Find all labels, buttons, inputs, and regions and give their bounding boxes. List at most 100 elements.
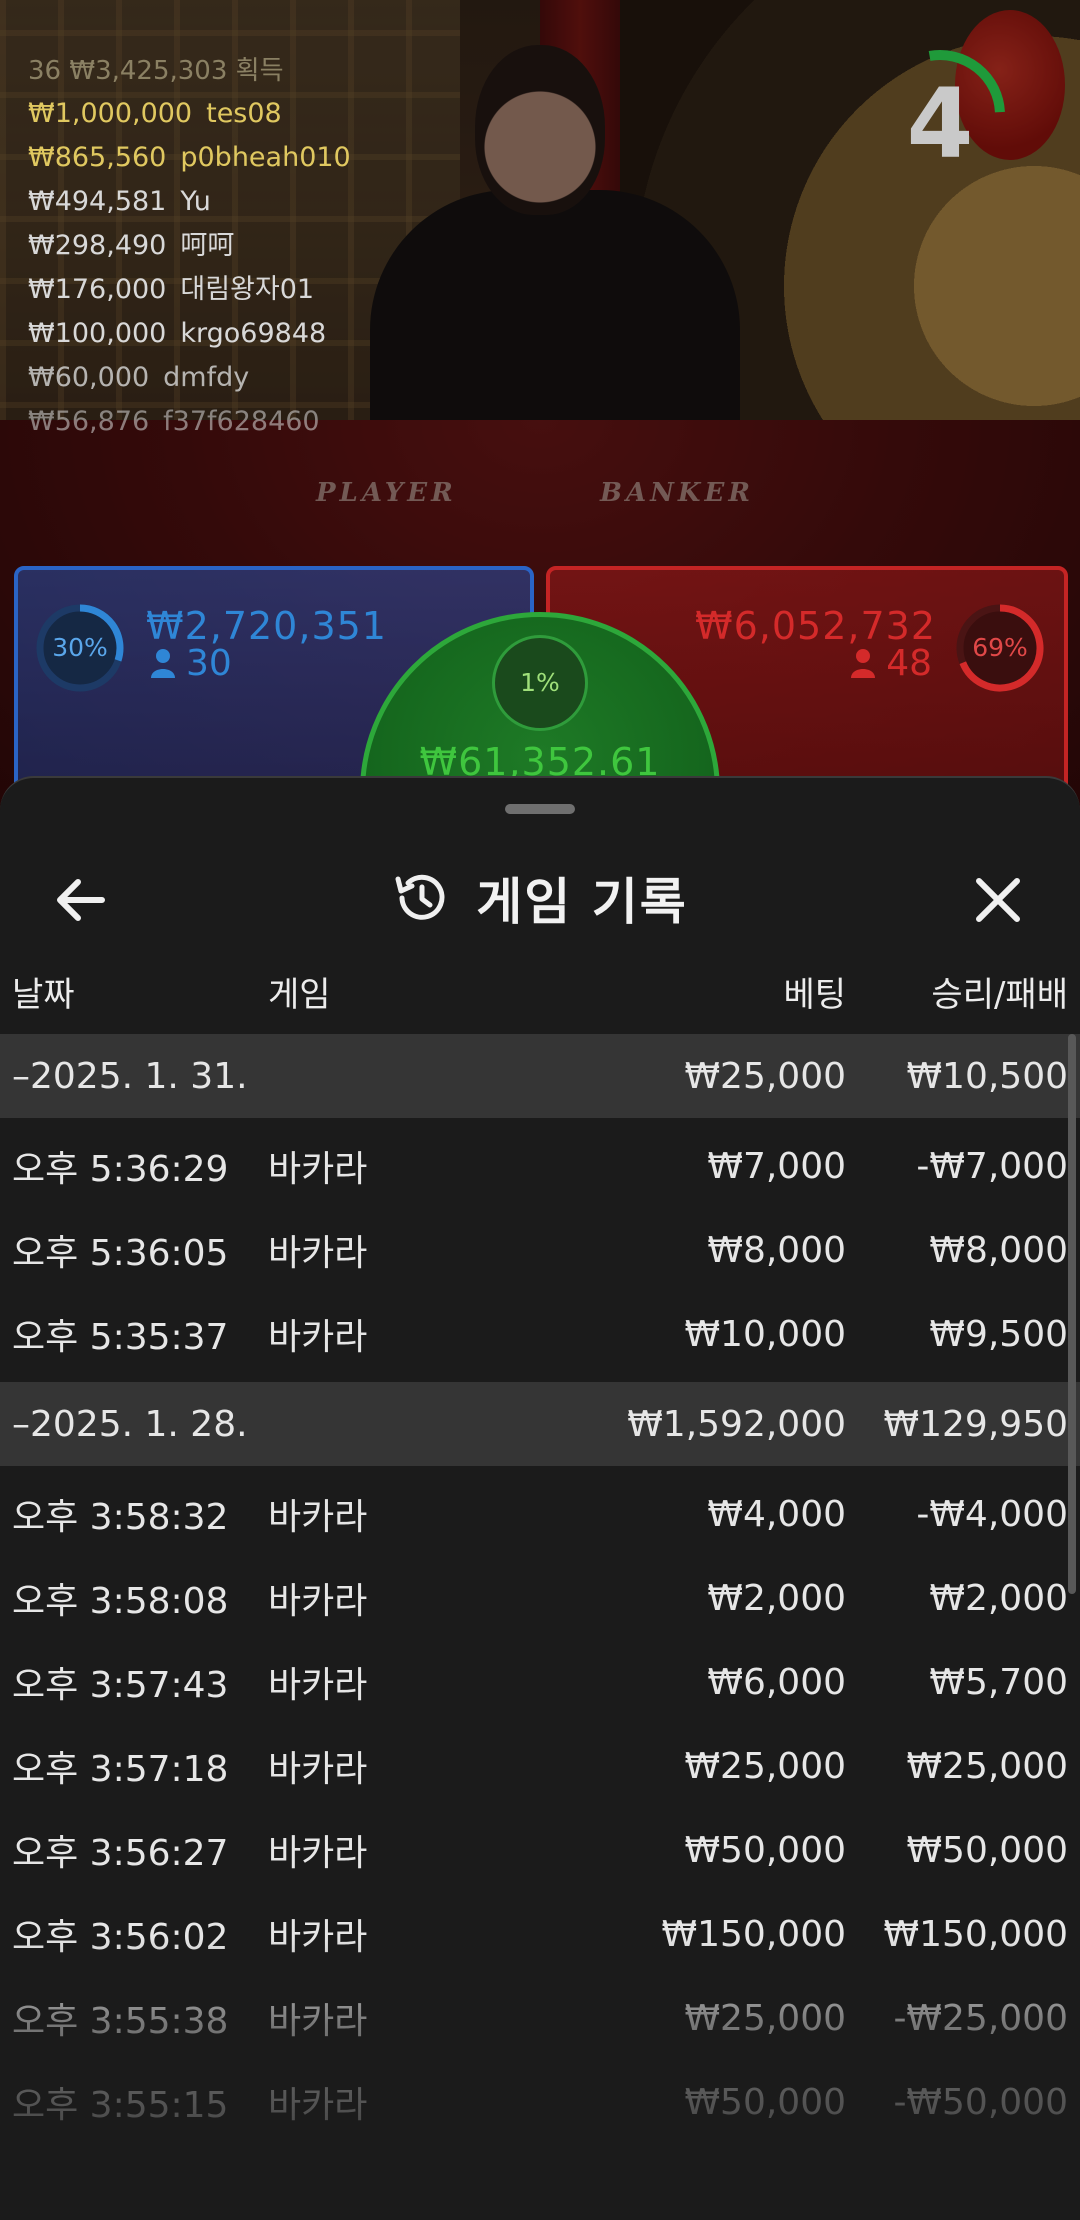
ticker-entry: ₩298,490 呵呵: [28, 224, 458, 268]
row-bet: ₩50,000: [684, 1829, 846, 1871]
person-icon: [851, 649, 876, 678]
row-result: ₩25,000: [906, 1745, 1068, 1787]
ticker-username: 대림왕자01: [180, 274, 315, 305]
ticker-username: Yu: [180, 186, 211, 217]
history-row[interactable]: 오후 3:58:32 바카라 ₩4,000 -₩4,000: [0, 1472, 1080, 1556]
banker-percent-ring: 69%: [952, 600, 1048, 696]
ticker-amount: ₩176,000: [28, 274, 167, 305]
row-result: ₩5,700: [929, 1661, 1068, 1703]
player-count-value: 30: [186, 643, 232, 684]
group-bet-total: ₩1,592,000: [627, 1403, 846, 1445]
row-game: 바카라: [268, 1665, 368, 1706]
row-bet: ₩7,000: [707, 1145, 846, 1187]
group-date: –2025. 1. 28.: [12, 1403, 248, 1445]
game-history-sheet: 게임 기록 날짜 게임 베팅 승리/패배 –2025. 1. 31. ₩25,00…: [0, 776, 1080, 2220]
row-bet: ₩6,000: [707, 1661, 846, 1703]
close-button[interactable]: [962, 864, 1034, 936]
history-row[interactable]: 오후 3:58:08 바카라 ₩2,000 ₩2,000: [0, 1556, 1080, 1640]
ticker-entry: ₩1,000,000 tes08: [28, 92, 458, 136]
ticker-username: f37f628460: [163, 406, 320, 437]
ticker-amount: ₩1,000,000: [28, 98, 193, 129]
tie-percent: 1%: [520, 668, 560, 697]
row-time: 오후 5:35:37: [12, 1317, 229, 1358]
column-header-bet[interactable]: 베팅: [783, 948, 846, 1034]
row-time: 오후 3:58:08: [12, 1581, 229, 1622]
person-icon: [151, 649, 175, 678]
row-result: -₩7,000: [916, 1145, 1068, 1187]
banker-count-value: 48: [886, 643, 932, 684]
ticker-amount: ₩60,000: [28, 362, 150, 393]
ticker-label: 획득: [235, 56, 284, 86]
row-game: 바카라: [268, 1233, 368, 1274]
arrow-left-icon: [57, 879, 105, 921]
player-percent-ring: 30%: [32, 600, 128, 696]
player-percent: 30%: [52, 633, 108, 662]
group-date: –2025. 1. 31.: [12, 1055, 248, 1097]
row-bet: ₩10,000: [684, 1313, 846, 1355]
row-bet: ₩4,000: [707, 1493, 846, 1535]
date-group-row[interactable]: –2025. 1. 31. ₩25,000 ₩10,500: [0, 1034, 1080, 1118]
ticker-amount: ₩494,581: [28, 186, 167, 217]
close-icon: [976, 878, 1020, 922]
row-game: 바카라: [268, 1917, 368, 1958]
table-header-row: 날짜 게임 베팅 승리/패배: [0, 948, 1080, 1034]
banker-percent: 69%: [972, 633, 1028, 662]
sheet-drag-handle[interactable]: [505, 804, 575, 814]
banker-bet-amount: ₩6,052,732: [695, 604, 936, 648]
row-time: 오후 3:57:43: [12, 1665, 229, 1706]
row-time: 오후 3:55:15: [12, 2085, 229, 2126]
player-bettor-count: 30: [150, 643, 232, 684]
history-row[interactable]: 오후 5:35:37 바카라 ₩10,000 ₩9,500: [0, 1292, 1080, 1376]
ticker-entry: ₩60,000 dmfdy: [28, 356, 458, 400]
row-game: 바카라: [268, 1749, 368, 1790]
column-header-date[interactable]: 날짜: [12, 948, 75, 1034]
row-result: -₩50,000: [893, 2081, 1068, 2123]
column-header-result[interactable]: 승리/패배: [931, 948, 1068, 1034]
sheet-header: 게임 기록: [0, 828, 1080, 968]
ticker-username: 呵呵: [180, 230, 235, 261]
row-time: 오후 5:36:29: [12, 1149, 229, 1190]
column-header-game[interactable]: 게임: [268, 948, 331, 1034]
ticker-entry: ₩56,876 f37f628460: [28, 400, 458, 444]
history-icon: [395, 874, 445, 920]
history-row[interactable]: 오후 5:36:29 바카라 ₩7,000 -₩7,000: [0, 1124, 1080, 1208]
row-bet: ₩2,000: [707, 1577, 846, 1619]
row-result: ₩8,000: [929, 1229, 1068, 1271]
history-row[interactable]: 오후 3:56:02 바카라 ₩150,000 ₩150,000: [0, 1892, 1080, 1976]
row-result: -₩25,000: [893, 1997, 1068, 2039]
winners-ticker: 36 ₩3,425,303 획득 ₩1,000,000 tes08 ₩865,560…: [28, 50, 458, 444]
ticker-username: p0bheah010: [180, 142, 351, 173]
row-bet: ₩8,000: [707, 1229, 846, 1271]
ticker-amount: ₩56,876: [28, 406, 150, 437]
date-group-row[interactable]: –2025. 1. 28. ₩1,592,000 ₩129,950: [0, 1382, 1080, 1466]
history-row[interactable]: 오후 3:57:18 바카라 ₩25,000 ₩25,000: [0, 1724, 1080, 1808]
group-result-total: ₩129,950: [883, 1403, 1068, 1445]
row-result: ₩9,500: [929, 1313, 1068, 1355]
history-list: –2025. 1. 31. ₩25,000 ₩10,500 오후 5:36:29 바카라…: [0, 1034, 1080, 2144]
ticker-total: ₩3,425,303: [69, 56, 228, 86]
history-row[interactable]: 오후 3:55:15 바카라 ₩50,000 -₩50,000: [0, 2060, 1080, 2144]
row-result: ₩2,000: [929, 1577, 1068, 1619]
back-button[interactable]: [44, 864, 116, 936]
banker-bettor-count: 48: [850, 643, 932, 684]
history-row[interactable]: 오후 3:57:43 바카라 ₩6,000 ₩5,700: [0, 1640, 1080, 1724]
history-row[interactable]: 오후 3:55:38 바카라 ₩25,000 -₩25,000: [0, 1976, 1080, 2060]
row-time: 오후 3:58:32: [12, 1497, 229, 1538]
sheet-title: 게임 기록: [476, 873, 688, 931]
history-scrollbar[interactable]: [1068, 1034, 1076, 1594]
row-game: 바카라: [268, 1497, 368, 1538]
ticker-amount: ₩298,490: [28, 230, 167, 261]
ticker-entry: ₩176,000 대림왕자01: [28, 268, 458, 312]
countdown-seconds: 4: [906, 68, 974, 180]
row-game: 바카라: [268, 1833, 368, 1874]
player-bet-amount: ₩2,720,351: [146, 604, 387, 648]
ticker-entry: ₩100,000 krgo69848: [28, 312, 458, 356]
ticker-count: 36: [28, 56, 62, 86]
row-result: -₩4,000: [916, 1493, 1068, 1535]
group-bet-total: ₩25,000: [684, 1055, 846, 1097]
sheet-title-group: 게임 기록: [0, 828, 1080, 968]
history-row[interactable]: 오후 3:56:27 바카라 ₩50,000 ₩50,000: [0, 1808, 1080, 1892]
row-bet: ₩50,000: [684, 2081, 846, 2123]
ticker-entry: ₩865,560 p0bheah010: [28, 136, 458, 180]
history-row[interactable]: 오후 5:36:05 바카라 ₩8,000 ₩8,000: [0, 1208, 1080, 1292]
